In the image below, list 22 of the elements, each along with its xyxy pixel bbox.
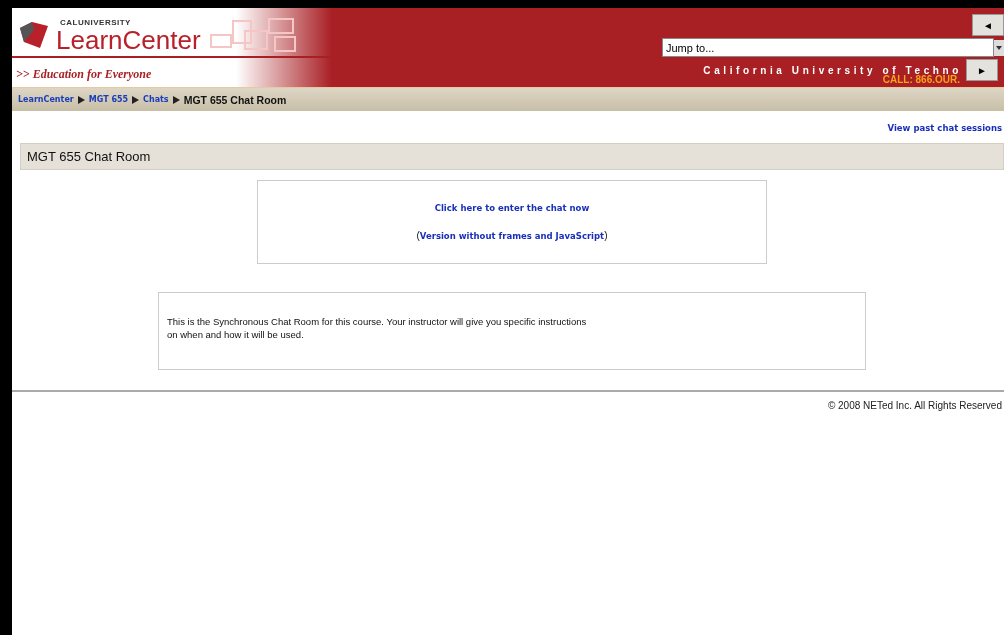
- tagline: >> Education for Everyone: [16, 67, 152, 81]
- copyright-text: © 2008 NETed Inc. All Rights Reserved: [827, 400, 1002, 411]
- breadcrumb-link[interactable]: Chats: [143, 95, 169, 104]
- parenthesis: (: [416, 230, 420, 241]
- breadcrumb-current: MGT 655 Chat Room: [183, 93, 287, 106]
- parenthesis: ): [604, 230, 608, 241]
- breadcrumb-link[interactable]: MGT 655: [88, 95, 129, 104]
- next-button[interactable]: ►: [966, 59, 998, 81]
- brand-name: LearnCenter: [56, 26, 201, 53]
- breadcrumb-link[interactable]: LearnCenter: [18, 95, 74, 104]
- section-title: MGT 655 Chat Room: [20, 143, 1004, 170]
- description-text: This is the Synchronous Chat Room for this course. Your instructor will give you specific instructions on when and how it will be used.: [167, 315, 588, 341]
- jump-to-dropdown[interactable]: Jump to...: [662, 38, 994, 57]
- phone-number: CALL: 866.OUR.: [882, 74, 960, 85]
- breadcrumb-arrow-icon: [132, 95, 140, 104]
- breadcrumb-arrow-icon: [77, 95, 85, 104]
- previous-button[interactable]: ◄: [972, 14, 1004, 36]
- enter-chat-link[interactable]: Click here to enter the chat now: [434, 203, 590, 213]
- breadcrumb-arrow-icon: [172, 95, 180, 104]
- past-sessions-link[interactable]: View past chat sessions: [887, 123, 1002, 133]
- brand-small: CALUNIVERSITY: [60, 17, 132, 27]
- university-name: California University of Techno: [703, 64, 962, 76]
